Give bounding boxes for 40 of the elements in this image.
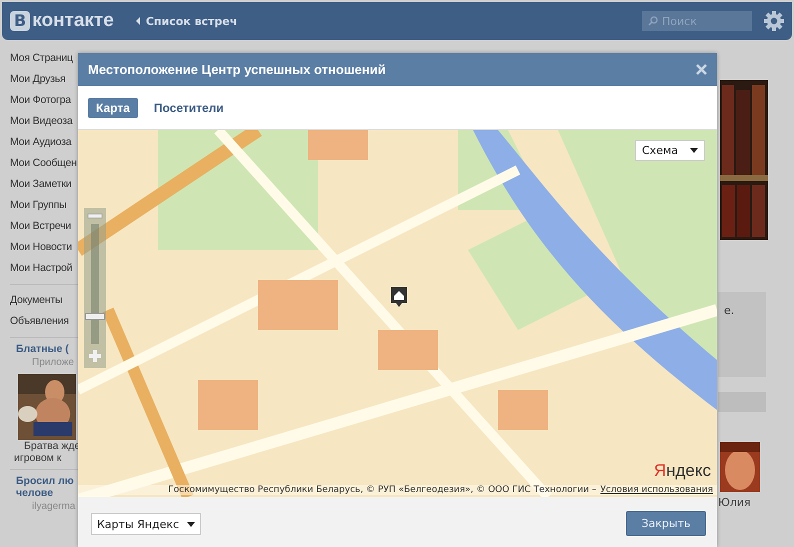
- ad-title[interactable]: Бросил лю: [16, 475, 74, 487]
- sidebar-item[interactable]: Документы: [10, 290, 62, 311]
- sidebar-item[interactable]: Мои Группы: [10, 195, 66, 216]
- ad-subtitle: ilyagerma: [32, 501, 76, 512]
- ad-subtitle: Приложе: [32, 357, 74, 368]
- close-button[interactable]: Закрыть: [626, 511, 706, 536]
- tab[interactable]: Посетители: [146, 98, 232, 118]
- friend-name[interactable]: Юлия: [718, 496, 794, 509]
- map-provider-select[interactable]: Карты Яндекс: [91, 513, 202, 535]
- house-marker-icon[interactable]: [390, 286, 408, 308]
- map-type-select[interactable]: Схема: [635, 140, 705, 161]
- copyright-text: Госкомимущество Республики Беларусь, © РУП «Белгеодезия», © ООО ГИС Технологии –: [168, 485, 596, 495]
- dialog-title: Местоположение Центр успешных отношений: [88, 62, 386, 77]
- tab[interactable]: Карта: [88, 98, 138, 118]
- terms-link[interactable]: Условия использования: [600, 485, 713, 495]
- close-icon[interactable]: [696, 64, 707, 75]
- sidebar-item[interactable]: Мои Видеоза: [10, 111, 72, 132]
- ad-caption: игровом к: [14, 452, 62, 464]
- sidebar-item[interactable]: Объявления: [10, 311, 69, 332]
- section-bar: [718, 392, 766, 412]
- settings-icon[interactable]: [764, 11, 784, 31]
- back-link[interactable]: Список встреч: [136, 14, 238, 28]
- zoom-slider[interactable]: [85, 224, 105, 344]
- ad-title[interactable]: челове: [16, 487, 54, 499]
- sidebar-item[interactable]: Мои Друзья: [10, 69, 66, 90]
- sidebar-item[interactable]: Мои Настрой: [10, 258, 72, 279]
- sidebar-item[interactable]: Мои Фотогра: [10, 90, 71, 111]
- ad-title[interactable]: Блатные (: [16, 343, 69, 355]
- zoom-out-icon[interactable]: [87, 212, 103, 220]
- sidebar-item[interactable]: Мои Новости: [10, 237, 72, 258]
- sidebar-item[interactable]: Моя Страниц: [10, 48, 73, 69]
- yandex-logo[interactable]: Яндекс: [654, 461, 711, 481]
- sidebar-item[interactable]: Мои Заметки: [10, 174, 72, 195]
- logo-letter[interactable]: В: [10, 11, 30, 31]
- sidebar-item[interactable]: Мои Сообщен: [10, 153, 77, 174]
- search-icon: [648, 16, 658, 26]
- ad-text: е.: [724, 304, 734, 317]
- sidebar-item[interactable]: Мои Встречи: [10, 216, 72, 237]
- sidebar-item[interactable]: Мои Аудиоза: [10, 132, 72, 153]
- logo-text[interactable]: контакте: [32, 10, 114, 32]
